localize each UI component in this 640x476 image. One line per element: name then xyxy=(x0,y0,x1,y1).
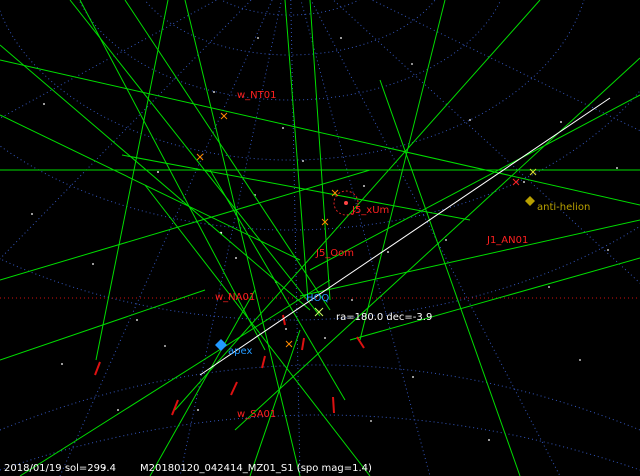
radiant-label-w-nt01: w_NT01 xyxy=(237,90,277,101)
apex-label: apex xyxy=(228,346,252,357)
sky-chart-canvas[interactable]: w_NT01 J5_xUm J5_Oom J1_AN01 w_NA01 w_SA… xyxy=(0,0,640,476)
apex-marker: apex xyxy=(215,339,252,357)
radiant-label-w-na01: w_NA01 xyxy=(215,292,255,303)
sky-map-view[interactable]: w_NT01 J5_xUm J5_Oom J1_AN01 w_NA01 w_SA… xyxy=(0,0,640,476)
anti-helion-label: anti-helion xyxy=(537,202,590,213)
radiant-label-j5-xum: J5_xUm xyxy=(351,205,389,216)
coordinate-grid xyxy=(0,0,640,476)
radiant-coordinates-label: ra=180.0 dec=-3.9 xyxy=(336,312,432,323)
hoq-label: HOQ xyxy=(306,293,329,304)
status-file-info: M20180120_042414_MZ01_S1 (spo mag=1.4) xyxy=(140,463,372,474)
target-trajectory xyxy=(199,97,611,376)
radiant-label-w-sa01: w_SA01 xyxy=(237,409,276,420)
meteor-trails xyxy=(0,0,640,476)
radiant-label-j1-an01: J1_AN01 xyxy=(486,235,528,246)
status-date-sol: 2018/01/19 sol=299.4 xyxy=(4,463,116,474)
anti-helion-marker: anti-helion xyxy=(525,196,590,213)
radiant-label-j5-oom: J5_Oom xyxy=(315,248,354,259)
